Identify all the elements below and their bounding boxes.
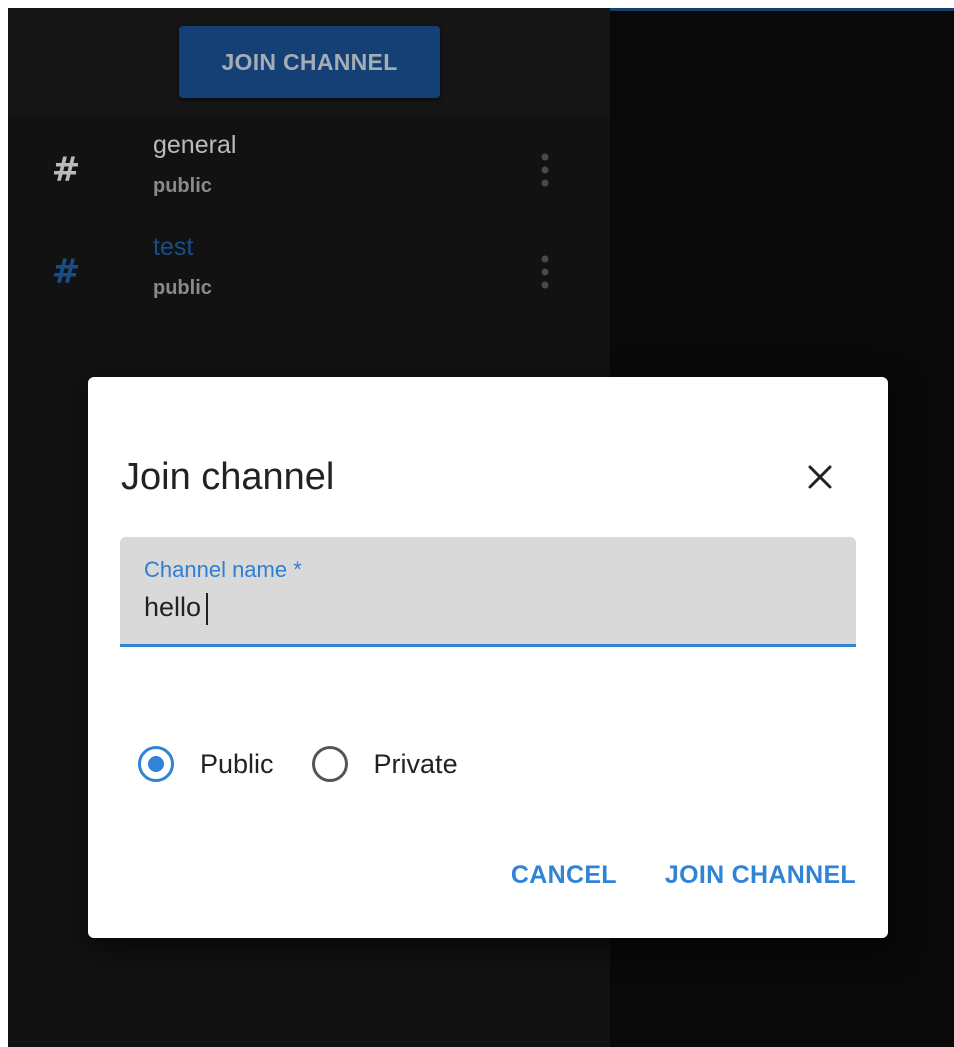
app-window: JOIN CHANNEL # general public # test pub… bbox=[8, 8, 954, 1047]
visibility-radio-group: Public Private bbox=[138, 742, 496, 786]
close-icon[interactable] bbox=[800, 457, 840, 497]
text-cursor bbox=[206, 593, 208, 625]
join-channel-submit-button[interactable]: JOIN CHANNEL bbox=[665, 855, 856, 896]
channel-name-label: Channel name * bbox=[144, 557, 302, 582]
radio-public[interactable]: Public bbox=[138, 746, 274, 782]
cancel-button[interactable]: CANCEL bbox=[511, 855, 617, 896]
channel-name-field: Channel name * bbox=[120, 537, 856, 647]
dialog-title: Join channel bbox=[121, 456, 335, 498]
radio-label-public: Public bbox=[200, 748, 274, 779]
radio-private[interactable]: Private bbox=[311, 746, 458, 782]
channel-name-input[interactable] bbox=[142, 587, 826, 627]
radio-checked-icon[interactable] bbox=[138, 746, 174, 782]
radio-unchecked-icon[interactable] bbox=[311, 746, 348, 782]
join-channel-dialog: Join channel Channel name * Public Priva… bbox=[88, 377, 888, 938]
dialog-actions: CANCEL JOIN CHANNEL bbox=[511, 855, 856, 896]
radio-label-private: Private bbox=[373, 748, 458, 779]
